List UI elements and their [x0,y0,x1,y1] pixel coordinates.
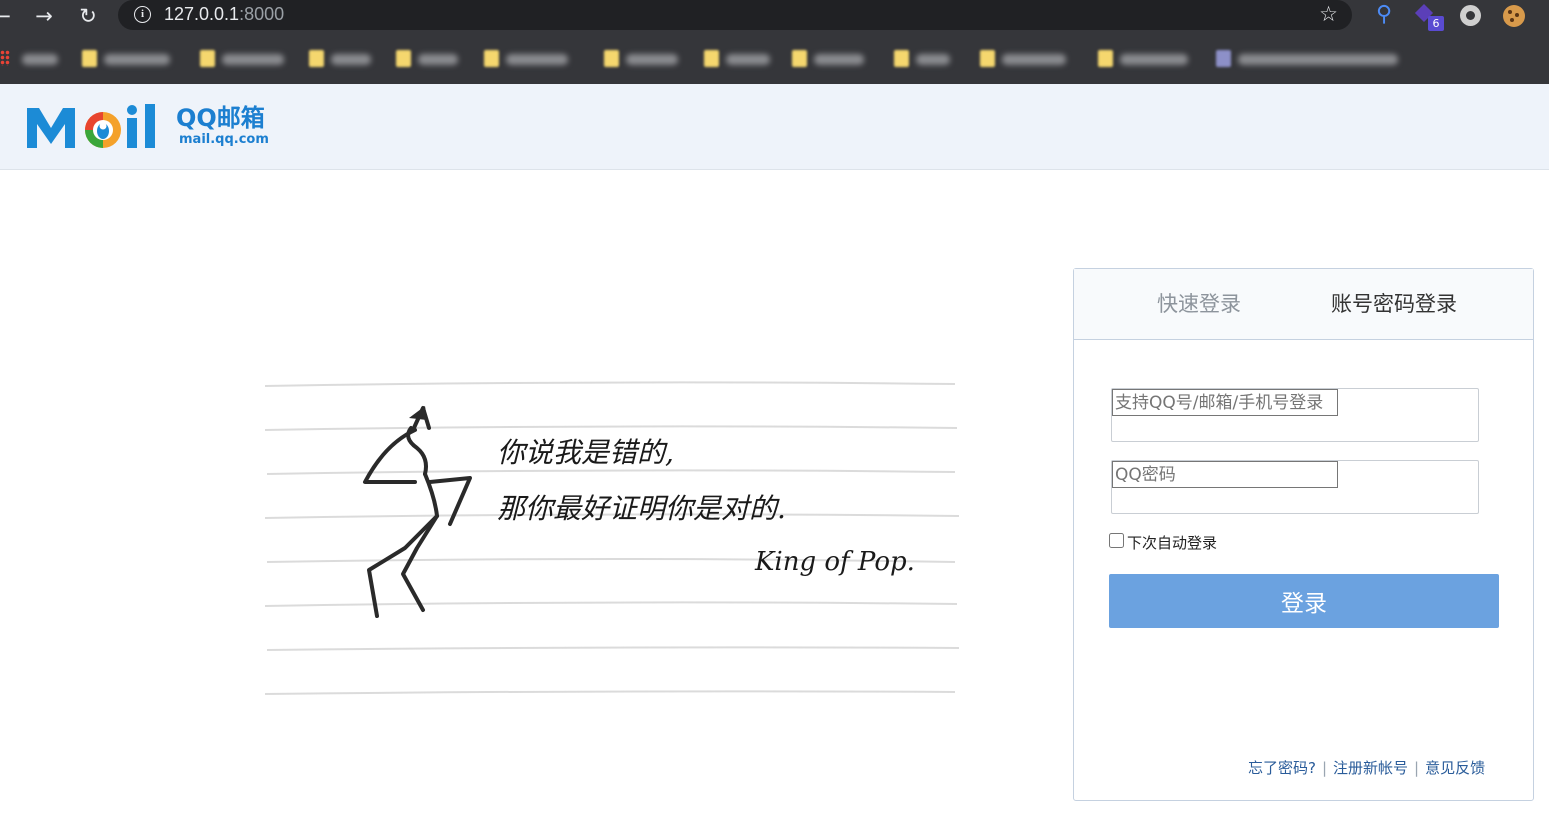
browser-chrome: ← → ↻ i 127.0.0.1:8000 ☆ ⚲ 6 [0,0,1549,84]
page-icon [1216,50,1231,67]
folder-icon [1098,50,1113,67]
folder-icon [704,50,719,67]
qq-mail-logo[interactable]: QQ邮箱 mail.qq.com [25,102,285,154]
address-bar[interactable]: i 127.0.0.1:8000 ☆ [118,0,1352,30]
remember-me-checkbox[interactable] [1109,533,1124,548]
folder-icon [82,50,97,67]
tab-quick-login[interactable]: 快速登录 [1157,289,1241,319]
link-separator: | [1414,759,1420,777]
mail-header: QQ邮箱 mail.qq.com [0,84,1549,170]
forward-icon[interactable]: → [30,3,58,29]
folder-icon [484,50,499,67]
dancer-figure [363,406,472,618]
browser-toolbar: ← → ↻ i 127.0.0.1:8000 ☆ ⚲ 6 [0,0,1549,34]
reload-icon[interactable]: ↻ [74,3,102,29]
register-link[interactable]: 注册新帐号 [1333,759,1408,777]
login-panel: 快速登录 账号密码登录 下次自动登录 登录 忘了密码? | 注册新帐号 | 意见反馈 [1073,268,1534,801]
footer-links: 忘了密码? | 注册新帐号 | 意见反馈 [1248,757,1518,779]
extension-badge: 6 [1428,16,1444,31]
folder-icon [200,50,215,67]
quote-signature: King of Pop. [754,547,915,577]
remember-me-label: 下次自动登录 [1127,534,1218,552]
apps-icon[interactable] [0,50,10,66]
folder-icon [792,50,807,67]
extension-ring-icon[interactable] [1459,4,1483,28]
mail-logo-mark [27,104,155,148]
username-field-box[interactable] [1111,388,1479,442]
login-illustration: 你说我是错的, 那你最好证明你是对的. King of Pop. [264,378,965,708]
tab-account-login[interactable]: 账号密码登录 [1331,289,1457,319]
bookmarks-bar [0,36,1549,82]
cookie-icon[interactable] [1502,4,1526,28]
site-info-icon[interactable]: i [134,6,151,23]
password-input[interactable] [1112,461,1338,488]
folder-icon [980,50,995,67]
extension-cube-icon[interactable]: 6 [1414,3,1444,31]
logo-title: QQ邮箱 [176,104,265,132]
location-pin-icon[interactable]: ⚲ [1372,4,1396,28]
password-field-box[interactable] [1111,460,1479,514]
notebook-lines [264,381,960,695]
folder-icon [309,50,324,67]
folder-icon [396,50,411,67]
url-text[interactable]: 127.0.0.1:8000 [164,3,284,25]
login-button[interactable]: 登录 [1109,574,1499,628]
quote-line-2: 那你最好证明你是对的. [497,492,786,525]
bookmark-star-icon[interactable]: ☆ [1319,2,1338,26]
username-input[interactable] [1112,389,1338,416]
forgot-password-link[interactable]: 忘了密码? [1248,759,1316,777]
back-icon[interactable]: ← [0,3,16,29]
feedback-link[interactable]: 意见反馈 [1425,759,1485,777]
login-tabs: 快速登录 账号密码登录 [1074,269,1533,340]
folder-icon [604,50,619,67]
quote-line-1: 你说我是错的, [497,436,674,469]
logo-domain: mail.qq.com [179,132,269,147]
folder-icon [894,50,909,67]
link-separator: | [1321,759,1328,777]
